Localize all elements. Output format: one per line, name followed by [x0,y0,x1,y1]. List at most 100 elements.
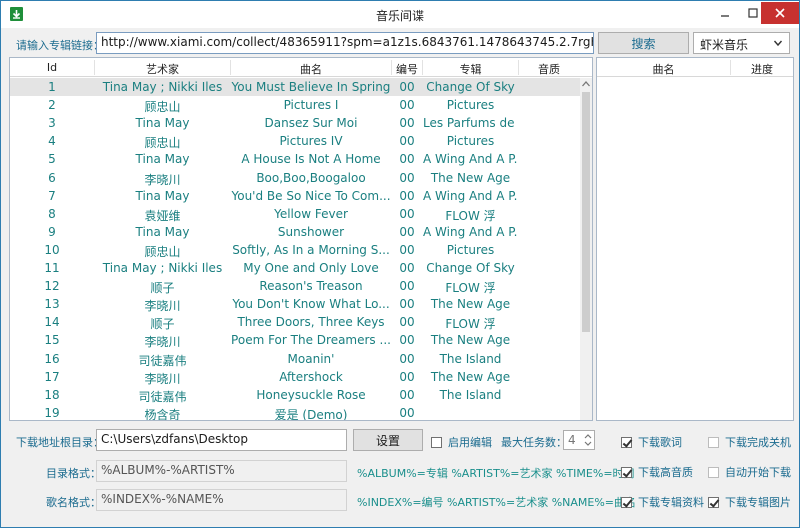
download-album-info-checkbox[interactable]: 下载专辑资料 [621,494,704,510]
enable-edit-checkbox[interactable]: 启用编辑 [431,434,492,450]
search-button[interactable]: 搜索 [598,32,689,54]
shutdown-after-box[interactable] [708,436,719,448]
scroll-up-icon[interactable] [582,81,590,87]
table-row[interactable]: 14 顺子 Three Doors, Three Keys 00 FLOW 浮 [10,313,580,331]
minimize-icon [721,15,729,17]
cell-artist: 李晓川 [144,371,181,386]
cell-title: Boo,Boo,Boogaloo [256,170,366,185]
auto-start-label: 自动开始下载 [725,466,791,479]
table-row[interactable]: 3 Tina May Dansez Sur Moi 00 Les Parfums de … [10,114,580,132]
table-row[interactable]: 13 李晓川 You Don't Know What Lo... 00 The New … [10,295,580,313]
album-url-input[interactable]: http://www.xiami.com/collect/48365911?sp… [96,32,594,54]
table-row[interactable]: 16 司徒嘉伟 Moanin' 00 The Island [10,350,580,368]
cell-artist: 袁娅维 [144,208,181,223]
cell-album: The New Age [430,333,511,348]
cell-title: You Must Believe In Spring [231,80,391,94]
music-source-select[interactable]: 虾米音乐 [693,32,790,54]
download-hq-checkbox[interactable]: 下载高音质 [621,464,693,480]
table-row[interactable]: 6 李晓川 Boo,Boo,Boogaloo 00 The New Age [10,169,580,187]
minimize-button[interactable] [711,2,739,24]
auto-start-box[interactable] [708,466,719,478]
cell-artist: 顾忠山 [144,136,181,151]
enable-edit-box[interactable] [431,436,442,448]
table-row[interactable]: 17 李晓川 Aftershock 00 The New Age [10,368,580,386]
cell-title: Sunshower [277,224,345,239]
cell-id: 2 [48,98,56,113]
table-row[interactable]: 19 杨含奇 爱是 (Demo) 00 [10,404,580,420]
cell-album: The New Age [430,170,511,185]
cell-album: FLOW 浮 [445,317,496,332]
col-header-title[interactable]: 曲名 [231,61,391,77]
table-row[interactable]: 15 李晓川 Poem For The Dreamers ... 00 The New … [10,331,580,349]
table-row[interactable]: 7 Tina May You'd Be So Nice To Com... 00 A W… [10,187,580,205]
max-tasks-stepper[interactable]: 4 [563,430,595,450]
table-row[interactable]: 4 顾忠山 Pictures IV 00 Pictures [10,132,580,150]
cell-id: 19 [44,405,60,420]
stepper-arrows-icon[interactable] [583,432,593,448]
cell-title: Reason's Treason [259,279,363,294]
close-button[interactable] [761,2,799,24]
download-hq-box[interactable] [621,466,632,478]
col-header-id[interactable]: Id [10,61,94,74]
table-row[interactable]: 18 司徒嘉伟 Honeysuckle Rose 00 The Island [10,386,580,404]
cell-title: Poem For The Dreamers ... [231,333,391,348]
track-table-scrollbar[interactable] [580,78,592,420]
download-dir-input[interactable]: C:\Users\zdfans\Desktop [96,429,347,451]
shutdown-after-checkbox[interactable]: 下载完成关机 [708,434,791,450]
cell-number: 00 [399,369,415,384]
cell-title: Honeysuckle Rose [256,387,366,402]
settings-button[interactable]: 设置 [353,429,423,451]
cell-title: A House Is Not A Home [241,152,381,167]
cell-number: 00 [399,170,415,185]
scroll-thumb[interactable] [582,92,590,332]
name-format-input[interactable]: %INDEX%-%NAME% [96,489,347,511]
cell-title: Softly, As In a Morning S... [232,242,390,257]
dir-format-input[interactable]: %ALBUM%-%ARTIST% [96,460,347,482]
cell-id: 3 [48,116,56,131]
col-header-number[interactable]: 编号 [392,61,422,77]
auto-start-checkbox[interactable]: 自动开始下载 [708,464,791,480]
cell-title: Pictures I [283,98,339,113]
cell-number: 00 [399,405,415,420]
download-queue-table[interactable]: 曲名 进度 [596,57,794,421]
name-format-label: 歌名格式： [46,496,101,509]
cell-artist: Tina May [135,188,190,203]
cell-artist: 顾忠山 [144,100,181,115]
download-album-info-box[interactable] [621,496,632,508]
cell-id: 11 [44,261,60,275]
track-table[interactable]: Id 艺术家 曲名 编号 专辑 音质 1 Tina May ; Nikki Ile… [9,57,593,421]
url-label: 请输入专辑链接： [16,39,104,52]
cell-number: 00 [399,134,415,149]
download-lyrics-box[interactable] [621,436,632,448]
table-row[interactable]: 10 顾忠山 Softly, As In a Morning S... 00 Pictu… [10,241,580,259]
table-row[interactable]: 8 袁娅维 Yellow Fever 00 FLOW 浮 [10,205,580,223]
cell-id: 9 [48,224,56,239]
cell-artist: 司徒嘉伟 [138,389,187,404]
cell-album: Pictures [446,134,495,149]
table-row[interactable]: 5 Tina May A House Is Not A Home 00 A Wing A… [10,150,580,168]
enable-edit-label: 启用编辑 [448,436,492,449]
cell-id: 1 [48,80,56,94]
cell-title: Pictures IV [279,134,343,149]
cell-id: 16 [44,351,60,366]
table-row[interactable]: 11 Tina May ; Nikki Iles My One and Only L… [10,259,580,277]
col-header-album[interactable]: 专辑 [423,61,518,77]
table-row[interactable]: 9 Tina May Sunshower 00 A Wing And A P... [10,223,580,241]
table-row[interactable]: 1 Tina May ; Nikki Iles You Must Believe I… [10,78,580,96]
max-tasks-value: 4 [568,433,576,447]
title-bar[interactable]: 音乐间谍 [1,1,799,28]
table-row[interactable]: 2 顾忠山 Pictures I 00 Pictures [10,96,580,114]
music-source-value: 虾米音乐 [700,38,749,52]
col-header-progress[interactable]: 进度 [731,61,793,77]
cell-album: FLOW 浮 [445,208,496,223]
table-row[interactable]: 12 顺子 Reason's Treason 00 FLOW 浮 [10,277,580,295]
download-album-cover-label: 下载专辑图片 [725,496,791,509]
col-header-queue-title[interactable]: 曲名 [597,61,730,77]
cell-id: 5 [48,152,56,167]
col-header-artist[interactable]: 艺术家 [95,61,230,77]
col-header-quality[interactable]: 音质 [519,61,579,77]
download-album-cover-box[interactable] [708,496,719,508]
cell-number: 00 [399,188,415,203]
download-lyrics-checkbox[interactable]: 下载歌词 [621,434,682,450]
download-album-cover-checkbox[interactable]: 下载专辑图片 [708,494,791,510]
